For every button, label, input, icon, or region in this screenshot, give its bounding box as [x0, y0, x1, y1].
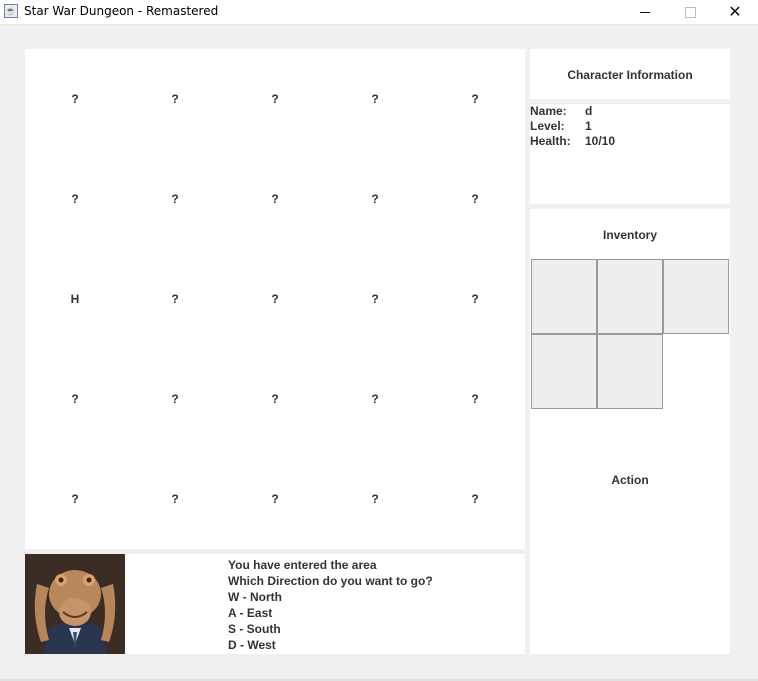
character-info-panel: Name: d Level: 1 Health: 10/10: [530, 104, 730, 204]
map-cell: ?: [171, 92, 179, 106]
map-cell: ?: [271, 192, 279, 206]
map-cell: ?: [171, 492, 179, 506]
inventory-slot-3[interactable]: [663, 259, 729, 334]
map-cell: ?: [171, 392, 179, 406]
java-cup-icon: ☕: [4, 4, 18, 18]
map-cell: ?: [371, 292, 379, 306]
map-cell-hero: H: [70, 292, 80, 306]
character-header-panel: Character Information: [530, 49, 730, 99]
map-cell: ?: [171, 292, 179, 306]
message-line: W - North: [228, 590, 282, 604]
inventory-slot-4[interactable]: [531, 334, 597, 409]
map-cell: ?: [71, 392, 79, 406]
character-portrait: [25, 554, 125, 654]
action-title: Action: [611, 473, 649, 487]
close-button[interactable]: ✕: [712, 0, 758, 24]
map-cell: ?: [371, 92, 379, 106]
map-cell: ?: [171, 192, 179, 206]
window-title: Star War Dungeon - Remastered: [24, 4, 219, 18]
inventory-slot-1[interactable]: [531, 259, 597, 334]
map-cell: ?: [471, 192, 479, 206]
character-info-title: Character Information: [567, 68, 693, 82]
message-line: A - East: [228, 606, 273, 620]
name-label: Name:: [530, 104, 567, 118]
dungeon-map-grid: ? ? ? ? ? ? ? ? ? ? H ? ? ? ? ? ? ? ? ? …: [25, 49, 525, 549]
message-line: D - West: [228, 638, 276, 652]
close-icon: ✕: [728, 2, 742, 21]
map-cell: ?: [71, 192, 79, 206]
message-panel: You have entered the area Which Directio…: [25, 554, 525, 654]
inventory-slot-5[interactable]: [597, 334, 663, 409]
message-log: You have entered the area Which Directio…: [228, 557, 433, 653]
map-cell: ?: [371, 192, 379, 206]
maximize-icon: [684, 6, 696, 18]
map-cell: ?: [471, 392, 479, 406]
dungeon-map-panel: ? ? ? ? ? ? ? ? ? ? H ? ? ? ? ? ? ? ? ? …: [25, 49, 525, 549]
level-value: 1: [585, 119, 592, 133]
message-line: Which Direction do you want to go?: [228, 574, 433, 588]
portrait-image: [25, 554, 125, 654]
map-cell: ?: [471, 92, 479, 106]
map-cell: ?: [71, 92, 79, 106]
message-line: S - South: [228, 622, 281, 636]
map-cell: ?: [71, 492, 79, 506]
map-cell: ?: [371, 392, 379, 406]
minimize-button[interactable]: [622, 0, 668, 24]
title-bar: ☕ Star War Dungeon - Remastered ✕: [0, 0, 758, 25]
minimize-icon: [640, 11, 650, 13]
map-cell: ?: [271, 492, 279, 506]
inventory-title: Inventory: [602, 228, 657, 242]
map-cell: ?: [371, 492, 379, 506]
name-value: d: [585, 104, 593, 118]
map-cell: ?: [271, 392, 279, 406]
map-cell: ?: [471, 292, 479, 306]
map-cell: ?: [471, 492, 479, 506]
inventory-panel: Inventory Action: [530, 209, 730, 654]
level-label: Level:: [530, 119, 565, 133]
health-value: 10/10: [585, 134, 616, 148]
maximize-button[interactable]: [667, 0, 713, 24]
map-cell: ?: [271, 292, 279, 306]
map-cell: ?: [271, 92, 279, 106]
inventory-slot-2[interactable]: [597, 259, 663, 334]
message-line: You have entered the area: [228, 558, 377, 572]
health-label: Health:: [530, 134, 571, 148]
